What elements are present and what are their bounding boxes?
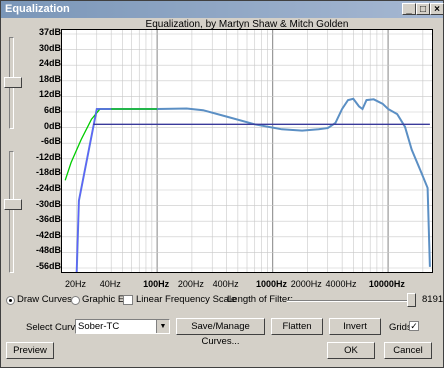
db-min-slider-track[interactable] [9,151,14,273]
x-tick-label: 100Hz [143,279,170,289]
linear-frequency-label: Linear Frequency Scale [136,294,237,305]
x-tick-label: 400Hz [212,279,239,289]
y-tick-label: -56dB [35,261,61,271]
y-tick-label: -24dB [35,183,61,193]
draw-curves-label: Draw Curves [17,294,72,305]
y-tick-label: 37dB [38,27,61,37]
db-min-slider-thumb[interactable] [4,199,22,210]
x-tick-label: 10000Hz [368,279,405,289]
chevron-down-icon[interactable]: ▼ [156,320,169,333]
y-tick-label: -6dB [41,136,61,147]
y-tick-label: 30dB [38,42,61,53]
y-tick-label: -42dB [35,229,61,240]
filter-length-value: 8191 [422,294,444,305]
filter-length-thumb[interactable] [407,293,416,307]
title-bar: Equalization _ □ × [1,1,444,18]
db-max-slider-thumb[interactable] [4,77,22,88]
linear-frequency-checkbox[interactable] [123,295,133,305]
save-manage-curves-button[interactable]: Save/Manage Curves... [176,318,265,347]
close-button[interactable]: × [430,3,444,15]
filter-length-label: Length of Filter: [227,294,294,305]
x-tick-label: 40Hz [99,279,121,289]
y-tick-label: -48dB [35,245,61,256]
x-tick-label: 1000Hz [256,279,288,289]
x-tick-label: 4000Hz [325,279,357,289]
x-tick-label: 2000Hz [290,279,322,289]
filter-length-slider[interactable] [287,300,415,302]
y-tick-label: -12dB [35,151,61,162]
y-tick-label: -18dB [35,167,61,178]
select-curve-dropdown[interactable]: Sober-TC ▼ [75,319,170,334]
flatten-button[interactable]: Flatten [271,318,323,335]
y-tick-label: 0dB [43,120,61,131]
window-title: Equalization [5,3,70,15]
select-curve-value: Sober-TC [78,321,120,332]
maximize-button[interactable]: □ [416,3,430,15]
ok-button[interactable]: OK [327,342,375,359]
cancel-button[interactable]: Cancel [384,342,432,359]
x-tick-label: 200Hz [177,279,204,289]
equalization-window: Equalization _ □ × Equalization, by Mart… [0,0,444,368]
y-tick-label: 24dB [38,58,61,69]
y-tick-label: -30dB [35,198,61,209]
invert-button[interactable]: Invert [329,318,381,335]
graphic-eq-radio[interactable] [71,296,80,305]
eq-curve-plot[interactable] [62,30,432,272]
preview-button[interactable]: Preview [6,342,54,359]
y-tick-label: 12dB [38,89,61,100]
draw-curves-radio[interactable] [6,296,15,305]
y-tick-label: 18dB [38,73,61,84]
eq-graph[interactable] [61,29,433,273]
x-tick-label: 20Hz [65,279,87,289]
grids-checkbox[interactable]: ✓ [409,321,419,331]
y-tick-label: 6dB [43,105,61,115]
minimize-button[interactable]: _ [402,3,416,15]
y-tick-label: -36dB [35,214,61,225]
